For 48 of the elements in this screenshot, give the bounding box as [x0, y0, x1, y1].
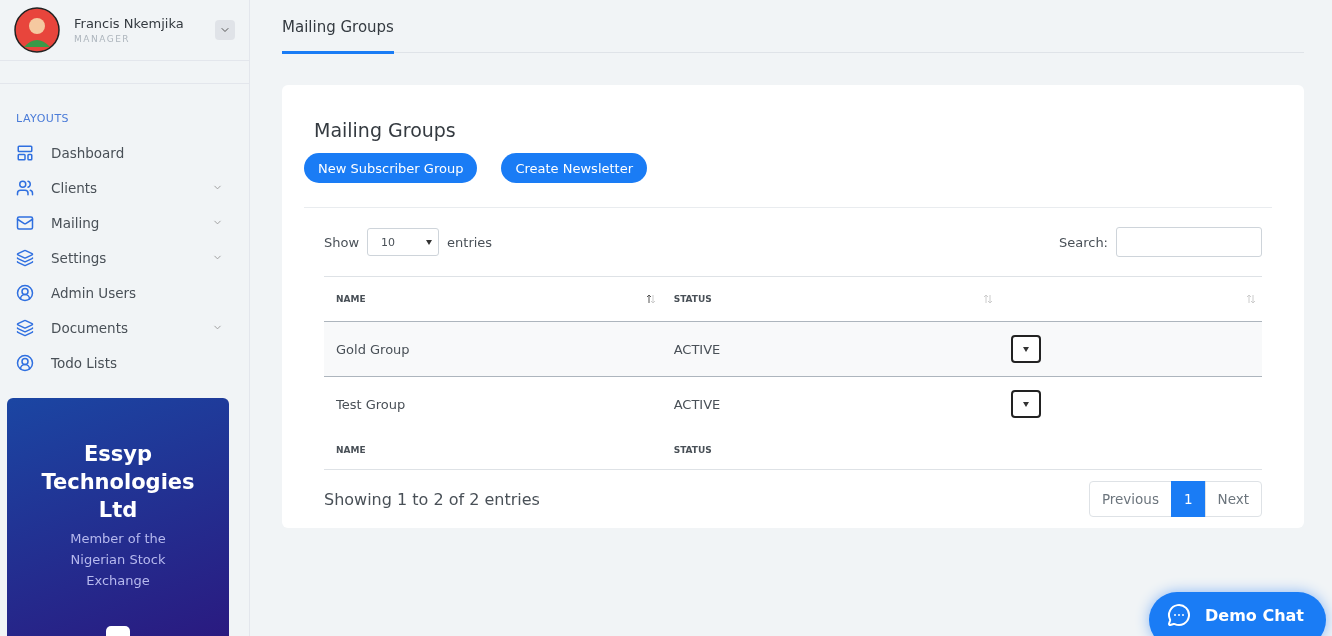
row-menu-button[interactable]: [1011, 335, 1042, 363]
column-footer: STATUS: [673, 445, 712, 455]
column-header[interactable]: STATUS: [673, 294, 712, 304]
sidebar-item[interactable]: Mailing: [0, 205, 249, 240]
menu-icon: [16, 318, 34, 337]
table-cell: ACTIVE: [673, 341, 721, 357]
table-cell: Test Group: [336, 396, 406, 412]
menu-icon: [16, 143, 34, 162]
menu-icon: [16, 213, 34, 232]
menu-icon: [16, 353, 34, 372]
sidebar-item[interactable]: Documents: [0, 310, 249, 345]
column-footer: NAME: [336, 445, 366, 455]
sidebar-item[interactable]: Dashboard: [0, 135, 249, 170]
caret-icon: [426, 239, 433, 245]
search-field[interactable]: [1116, 227, 1262, 257]
sidebar-item[interactable]: Clients: [0, 170, 249, 205]
avatar: [14, 7, 60, 53]
entries-label: entries: [447, 234, 493, 250]
sidebar-item[interactable]: Todo Lists: [0, 345, 249, 380]
page-tab[interactable]: Mailing Groups: [282, 18, 394, 54]
sidebar-item[interactable]: Admin Users: [0, 275, 249, 310]
sidebar-item[interactable]: Settings: [0, 240, 249, 275]
menu-icon: [16, 178, 34, 197]
row-menu-button[interactable]: [1011, 390, 1042, 418]
user-name: Francis Nkemjika: [74, 16, 185, 31]
user-role: MANAGER: [74, 34, 132, 44]
sidebar-heading: LAYOUTS: [15, 111, 71, 127]
promo-button[interactable]: [106, 626, 130, 636]
action-button[interactable]: New Subscriber Group: [304, 153, 478, 183]
sort-icon[interactable]: [645, 294, 656, 304]
action-button[interactable]: Create Newsletter: [501, 153, 648, 183]
pagination-link[interactable]: 1: [1170, 481, 1206, 517]
show-label: Show: [324, 234, 360, 250]
chat-icon: [1167, 603, 1192, 627]
promo-title: Essyp Technologies Ltd: [40, 441, 196, 524]
chat-button[interactable]: Demo Chat: [1149, 592, 1326, 636]
entries-select[interactable]: 10: [367, 228, 440, 256]
menu-icon: [16, 248, 34, 267]
column-header[interactable]: NAME: [336, 294, 366, 304]
table-cell: Gold Group: [336, 341, 410, 357]
table-cell: ACTIVE: [673, 396, 721, 412]
promo-subtitle: Member of the Nigerian Stock Exchange: [69, 530, 167, 590]
card-title: Mailing Groups: [314, 119, 457, 141]
menu-icon: [16, 283, 34, 302]
pagination-link[interactable]: Previous: [1088, 481, 1172, 517]
pagination-link[interactable]: Next: [1204, 481, 1262, 517]
search-label: Search:: [1058, 234, 1108, 250]
entries-info: Showing 1 to 2 of 2 entries: [324, 489, 540, 509]
